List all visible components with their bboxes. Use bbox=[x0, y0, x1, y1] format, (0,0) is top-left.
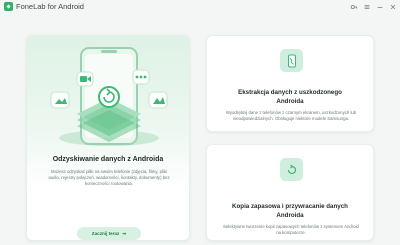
arrow-right-icon: ⇒ bbox=[122, 230, 127, 236]
app-title: FoneLab for Android bbox=[16, 2, 84, 11]
android-data-recovery-card[interactable]: Odzyskiwanie danych z Androida Możesz od… bbox=[26, 35, 190, 241]
backup-restore-card[interactable]: Kopia zapasowa i przywracanie danych And… bbox=[206, 144, 374, 241]
phone-recovery-illustration bbox=[50, 47, 168, 146]
menu-icon[interactable] bbox=[361, 1, 372, 12]
restore-icon bbox=[280, 158, 303, 181]
card-title: Ekstrakcja danych z uszkodzonego Android… bbox=[238, 89, 342, 105]
start-now-button[interactable]: Zacznij teraz ⇒ bbox=[77, 227, 141, 240]
key-icon[interactable] bbox=[348, 1, 359, 12]
broken-phone-icon bbox=[280, 49, 303, 72]
window-controls bbox=[348, 1, 398, 12]
title-bar: FoneLab for Android bbox=[0, 0, 400, 14]
app-logo bbox=[4, 2, 13, 11]
card-description: Selektywne tworzenie kopii zapasowych te… bbox=[223, 224, 359, 235]
card-description: Możesz odzyskać pliki na swoim telefonie… bbox=[48, 169, 170, 186]
minimize-icon[interactable] bbox=[374, 1, 385, 12]
card-title: Odzyskiwanie danych z Androida bbox=[52, 156, 164, 163]
broken-android-extraction-card[interactable]: Ekstrakcja danych z uszkodzonego Android… bbox=[206, 35, 374, 132]
close-icon[interactable] bbox=[387, 1, 398, 12]
card-title: Kopia zapasowa i przywracanie danych And… bbox=[232, 203, 348, 219]
start-now-label: Zacznij teraz bbox=[91, 231, 120, 236]
card-description: Wyodrębnij dane z telefonów z czarnym ek… bbox=[225, 110, 357, 121]
